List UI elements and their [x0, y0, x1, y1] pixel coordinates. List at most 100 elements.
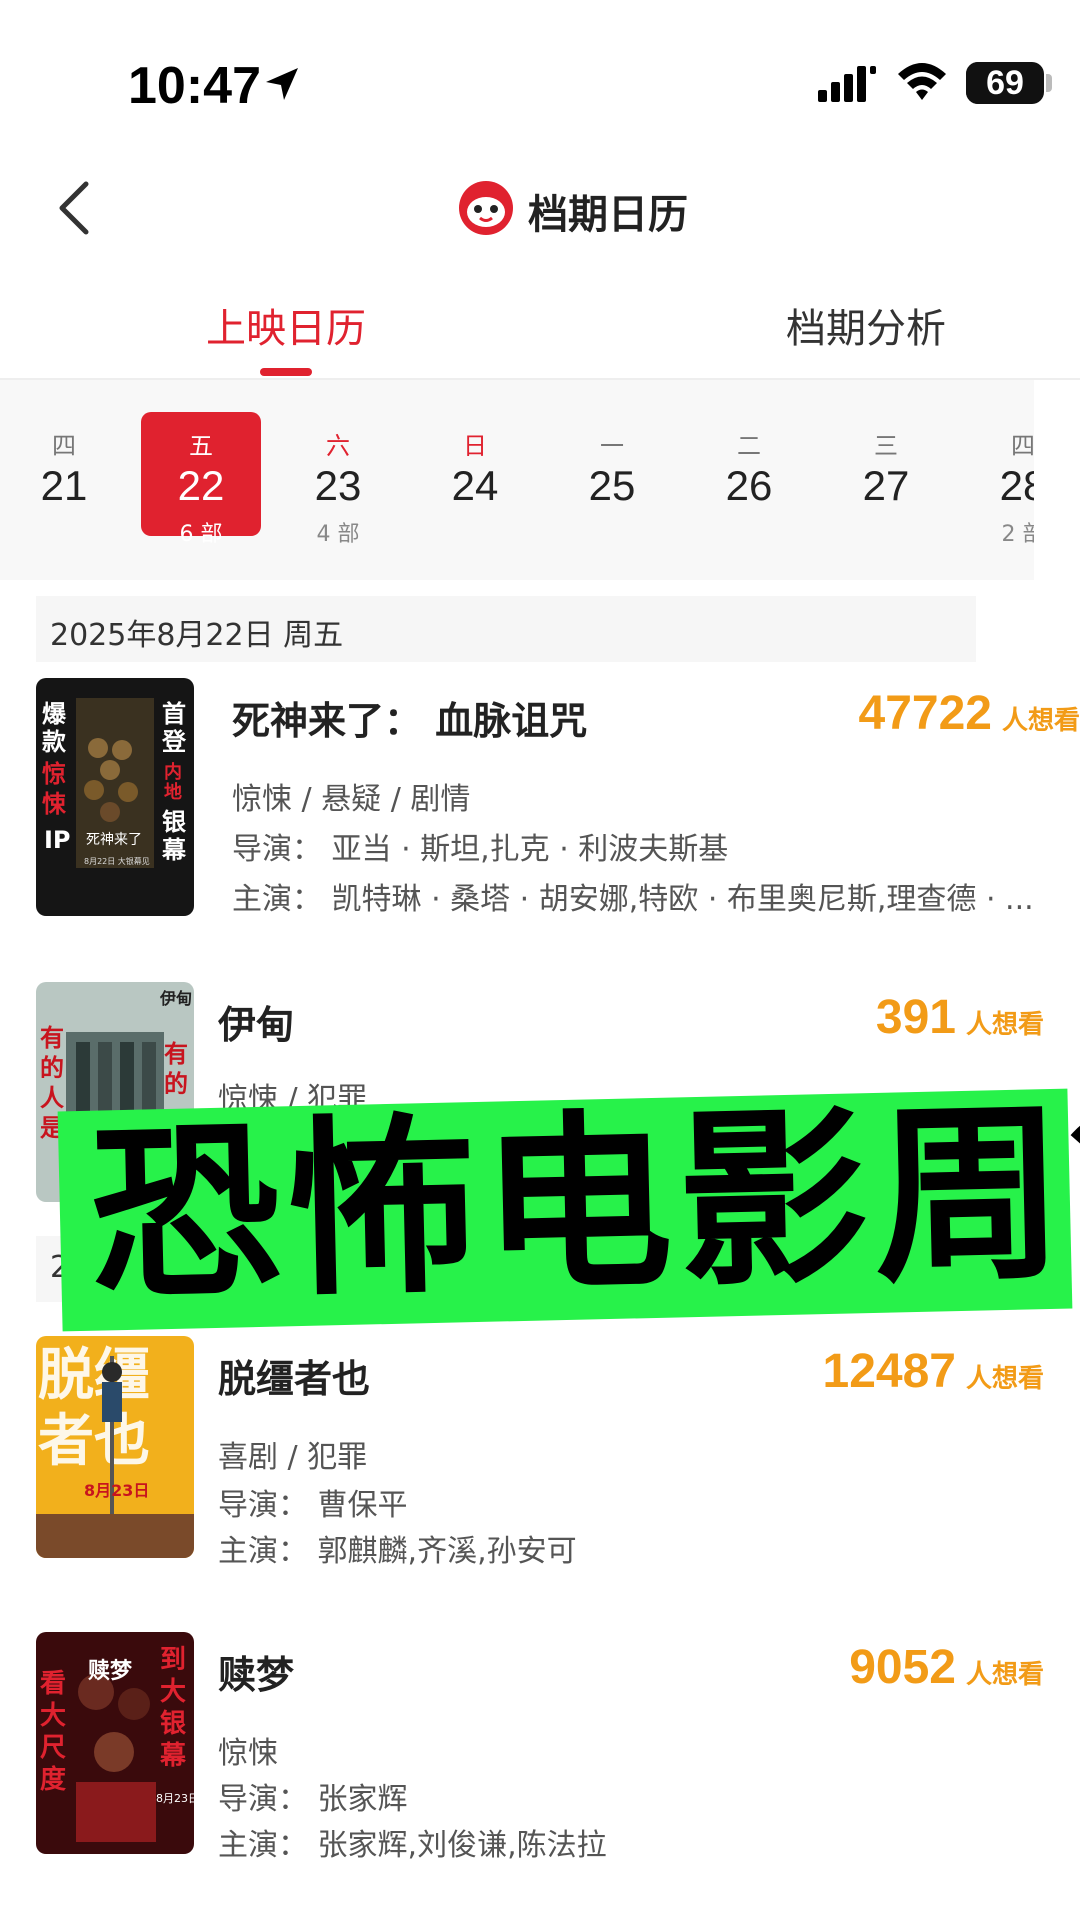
date-item-24[interactable]: 日 24 [415, 412, 535, 532]
back-arrow-icon[interactable] [50, 180, 100, 236]
svg-text:款: 款 [42, 728, 67, 756]
svg-text:8月23日: 8月23日 [156, 1792, 194, 1805]
battery-indicator: 69 [966, 62, 1044, 104]
movie-item[interactable]: 爆 款 惊 悚 IP 首 登 内 地 银 幕 死神来了 8月22日 大银幕见 死… [0, 678, 1080, 918]
date-weekday: 四 [52, 432, 76, 460]
date-day: 23 [314, 462, 362, 509]
svg-text:赎梦: 赎梦 [88, 1658, 133, 1684]
date-strip[interactable]: 四 21 五 22 6 部 六 23 4 部 日 24 一 25 二 26 三 … [0, 380, 1034, 580]
movie-genre: 惊悚 [218, 1736, 278, 1771]
date-item-25[interactable]: 一 25 [552, 412, 672, 532]
want-number: 12487 [822, 1345, 956, 1398]
svg-text:度: 度 [40, 1764, 66, 1795]
svg-text:尺: 尺 [40, 1733, 66, 1763]
want-label: 人想看 [965, 1660, 1044, 1690]
movie-item[interactable]: 看 大 尺 度 到 大 银 幕 赎梦 8月23日 赎梦 9052 人想看 惊悚 导… [0, 1632, 1080, 1863]
date-weekday: 二 [737, 432, 761, 460]
date-weekday: 一 [600, 432, 624, 460]
movie-item[interactable]: 脱缰 者也 8月23日 脱缰者也 12487 人想看 喜剧 / 犯罪 导演： 曹保… [0, 1336, 1080, 1569]
date-day: 28 [999, 462, 1034, 509]
svg-text:内: 内 [164, 761, 182, 783]
movie-poster[interactable]: 看 大 尺 度 到 大 银 幕 赎梦 8月23日 [36, 1632, 194, 1854]
active-tab-indicator [260, 368, 312, 376]
poster-text: 爆 [42, 700, 67, 728]
svg-text:伊甸: 伊甸 [159, 989, 192, 1008]
svg-text:地: 地 [164, 781, 182, 803]
svg-text:8月23日: 8月23日 [84, 1481, 149, 1500]
svg-text:人: 人 [40, 1084, 64, 1112]
want-to-watch-count: 391 人想看 [876, 990, 1044, 1045]
svg-text:脱缰: 脱缰 [38, 1343, 150, 1408]
want-number: 47722 [858, 687, 992, 740]
svg-text:大: 大 [160, 1677, 186, 1707]
date-weekday: 日 [463, 432, 487, 460]
movie-title[interactable]: 死神来了： 血脉诅咒 [232, 690, 587, 745]
want-label: 人想看 [965, 1364, 1044, 1394]
date-strip-overflow [1034, 380, 1080, 580]
svg-text:惊: 惊 [42, 760, 66, 788]
svg-text:幕: 幕 [161, 836, 187, 864]
date-day: 24 [451, 462, 499, 509]
movie-title[interactable]: 脱缰者也 [218, 1348, 370, 1403]
date-day: 26 [725, 462, 773, 509]
date-weekday: 五 [189, 432, 213, 460]
svg-text:登: 登 [161, 728, 187, 756]
svg-text:悚: 悚 [42, 790, 67, 818]
cellular-signal-icon [818, 66, 876, 102]
svg-text:死神来了: 死神来了 [86, 832, 142, 848]
date-count: 6 部 [179, 522, 223, 547]
movie-genre: 喜剧 / 犯罪 [218, 1440, 368, 1475]
location-arrow-icon [266, 68, 298, 100]
movie-director: 导演： 亚当 · 斯坦,扎克 · 利波夫斯基 [232, 832, 729, 867]
movie-title[interactable]: 赎梦 [218, 1644, 294, 1699]
tab-release-calendar[interactable]: 上映日历 [206, 296, 366, 354]
date-count: 4 部 [316, 522, 360, 547]
svg-text:有: 有 [164, 1040, 188, 1068]
svg-text:的: 的 [40, 1054, 64, 1082]
date-item-23[interactable]: 六 23 4 部 [278, 412, 398, 547]
wifi-icon [898, 63, 946, 100]
status-time: 10:47 [128, 57, 261, 115]
svg-text:有: 有 [40, 1024, 64, 1052]
date-item-28[interactable]: 四 28 2 部 [963, 412, 1034, 547]
battery-cap [1046, 74, 1052, 92]
status-bar: 10:47 69 [0, 0, 1080, 150]
movie-cast: 主演： 张家辉,刘俊谦,陈法拉 [218, 1828, 607, 1863]
date-section-header: 2025年8月22日 周五 [36, 596, 976, 662]
date-day: 25 [588, 462, 636, 509]
maoyan-cat-logo-icon [459, 181, 513, 235]
date-item-21[interactable]: 四 21 [4, 412, 124, 532]
want-label: 人想看 [965, 1010, 1044, 1040]
svg-text:8月22日 大银幕见: 8月22日 大银幕见 [84, 856, 150, 866]
want-to-watch-count: 12487 人想看 [823, 1344, 1045, 1399]
movie-director: 导演： 张家辉 [218, 1782, 408, 1817]
date-weekday: 六 [326, 432, 350, 460]
svg-text:幕: 幕 [159, 1741, 187, 1771]
svg-text:大: 大 [40, 1701, 66, 1731]
svg-text:IP: IP [44, 826, 71, 854]
page-title: 档期日历 [528, 192, 688, 238]
movie-poster[interactable]: 爆 款 惊 悚 IP 首 登 内 地 银 幕 死神来了 8月22日 大银幕见 [36, 678, 194, 916]
battery-percent: 69 [986, 64, 1024, 102]
movie-poster[interactable]: 脱缰 者也 8月23日 [36, 1336, 194, 1558]
movie-title[interactable]: 伊甸 [218, 994, 294, 1049]
date-count: 2 部 [1001, 522, 1035, 547]
date-day: 21 [40, 462, 88, 509]
movie-cast: 主演： 凯特琳 · 桑塔 · 胡安娜,特欧 · 布里奥尼斯,理查德 · ... [232, 882, 1034, 917]
want-label: 人想看 [1001, 706, 1080, 736]
svg-text:银: 银 [162, 808, 187, 836]
date-weekday: 三 [874, 432, 898, 460]
svg-text:首: 首 [162, 700, 186, 728]
svg-text:者也: 者也 [38, 1409, 150, 1474]
date-item-22[interactable]: 五 22 6 部 [141, 412, 261, 547]
date-section-title: 2025年8月22日 周五 [50, 618, 344, 653]
movie-genre: 惊悚 / 悬疑 / 剧情 [232, 782, 471, 817]
date-day: 22 [177, 462, 225, 509]
tab-schedule-analysis[interactable]: 档期分析 [786, 296, 946, 354]
movie-cast: 主演： 郭麒麟,齐溪,孙安可 [218, 1534, 577, 1569]
date-item-26[interactable]: 二 26 [689, 412, 809, 532]
svg-text:到: 到 [160, 1645, 186, 1675]
date-item-27[interactable]: 三 27 [826, 412, 946, 532]
movie-director: 导演： 曹保平 [218, 1488, 408, 1523]
want-to-watch-count: 9052 人想看 [849, 1640, 1044, 1695]
